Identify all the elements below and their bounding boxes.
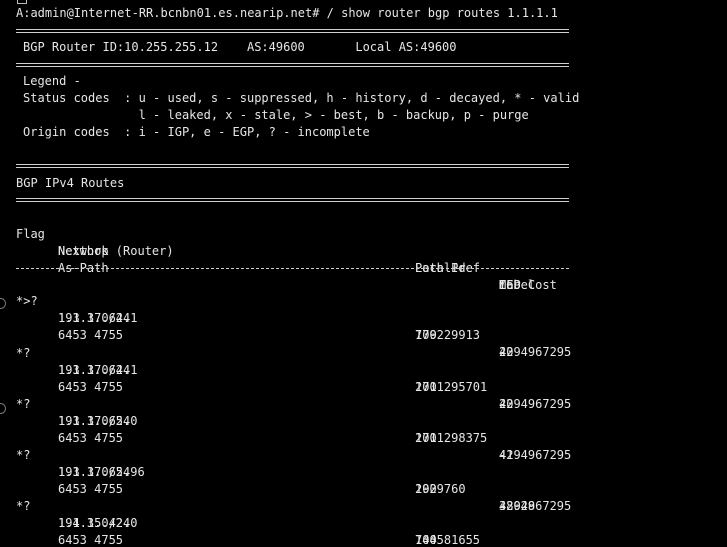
route-nexthop: 193.37.64.1 — [58, 363, 138, 377]
column-header-row: As-Path Label — [16, 243, 535, 292]
route-label: - — [499, 397, 507, 411]
route-path-id: 2711298375 — [415, 431, 488, 445]
route-line-network: *? 1.1.1.0/24 100 4294967295 — [16, 328, 571, 411]
route-line-aspath: 6453 4755 - — [16, 464, 506, 513]
route-label: - — [499, 499, 507, 513]
route-path-id: 744581655 — [415, 533, 481, 547]
column-label: Label — [499, 278, 536, 292]
route-nexthop: 193.37.64.1 — [58, 311, 138, 325]
column-header-row: Nexthop (Router) Path-Id IGP Cost — [16, 226, 557, 292]
route-line-aspath: 6453 4755 - — [16, 310, 506, 359]
route-path-id: 2929760 — [415, 482, 466, 496]
column-nexthop: Nexthop (Router) — [58, 244, 174, 258]
route-as-path: 6453 4755 — [58, 533, 124, 547]
route-line-nexthop: 193.37.65.0 2711298375 41 — [16, 396, 513, 462]
route-line-aspath: 6453 4755 - — [16, 362, 506, 411]
gutter-marker-icon — [0, 403, 6, 414]
separator-dashed — [16, 268, 569, 269]
route-line-network: *? 1.1.1.0/24 100 4294967295 — [16, 379, 571, 462]
route-label: - — [499, 448, 507, 462]
route-as-path: 6453 4755 — [58, 380, 124, 394]
route-line-nexthop: 193.37.64.1 779229913 20 — [16, 293, 513, 359]
separator-double — [16, 63, 569, 67]
section-title: BGP IPv4 Routes — [16, 176, 125, 190]
route-as-path: 6453 4755 — [58, 482, 124, 496]
separator-double — [16, 164, 569, 168]
route-nexthop: 193.37.65.96 — [58, 465, 145, 479]
legend-origin-codes: Origin codes : i - IGP, e - EGP, ? - inc… — [23, 125, 370, 139]
route-nexthop: 193.37.65.0 — [58, 414, 138, 428]
local-as: Local AS:49600 — [355, 40, 457, 54]
command-prompt: A:admin@Internet-RR.bcnbn01.es.nearip.ne… — [16, 6, 558, 20]
route-as-path: 6453 4755 — [58, 328, 124, 342]
route-line-network: *>? 1.1.1.0/24 100 4294967295 — [16, 276, 571, 359]
router-id: BGP Router ID:10.255.255.12 AS:49600 Loc… — [23, 40, 457, 54]
route-line-nexthop: 194.35.42.0 744581655 44692 — [16, 498, 480, 547]
route-line-network: *? 1.1.1.0/24 100 4294967295 — [16, 481, 437, 547]
legend-title: Legend - — [23, 74, 81, 88]
terminal-screen[interactable]: A:admin@Internet-RR.bcnbn01.es.nearip.ne… — [0, 0, 727, 547]
gutter-marker-icon — [0, 298, 6, 309]
column-header-row: Flag Network LocalPref MED — [16, 209, 521, 292]
route-line-nexthop: 193.37.64.1 2711295701 20 — [16, 345, 513, 411]
separator-double — [16, 29, 569, 33]
legend-status-codes: Status codes : u - used, s - suppressed,… — [23, 91, 580, 105]
route-path-id: 779229913 — [415, 328, 481, 342]
route-line-aspath: 6453 4755 - — [16, 515, 123, 547]
window-glyph-icon — [17, 0, 27, 4]
route-line-network: *? 1.1.1.0/24 100 4294967295 — [16, 430, 571, 513]
legend-status-codes-cont: l - leaked, x - stale, > - best, b - bac… — [23, 108, 529, 122]
as-number: AS:49600 — [246, 40, 305, 54]
route-line-nexthop: 193.37.65.96 2929760 38028 — [16, 447, 535, 513]
route-line-aspath: 6453 4755 - — [16, 413, 506, 462]
route-path-id: 2711295701 — [415, 380, 488, 394]
route-label: - — [499, 345, 507, 359]
separator-double — [16, 198, 569, 202]
route-nexthop: 194.35.42.0 — [58, 516, 138, 530]
route-as-path: 6453 4755 — [58, 431, 124, 445]
